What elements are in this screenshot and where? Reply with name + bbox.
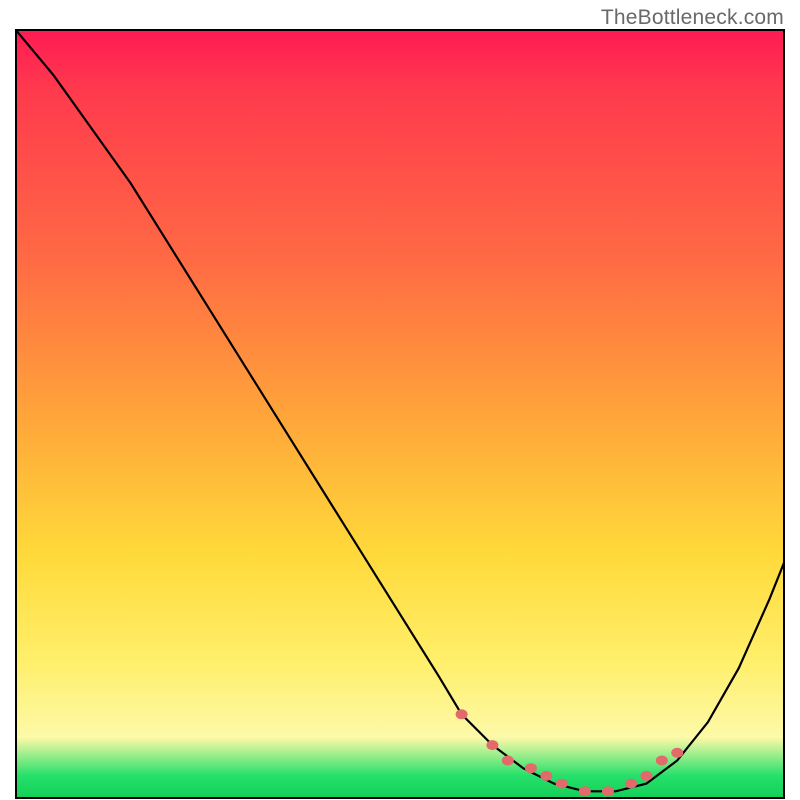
watermark-text: TheBottleneck.com (601, 6, 784, 30)
gradient-background (15, 29, 785, 799)
chart-frame (15, 29, 785, 799)
